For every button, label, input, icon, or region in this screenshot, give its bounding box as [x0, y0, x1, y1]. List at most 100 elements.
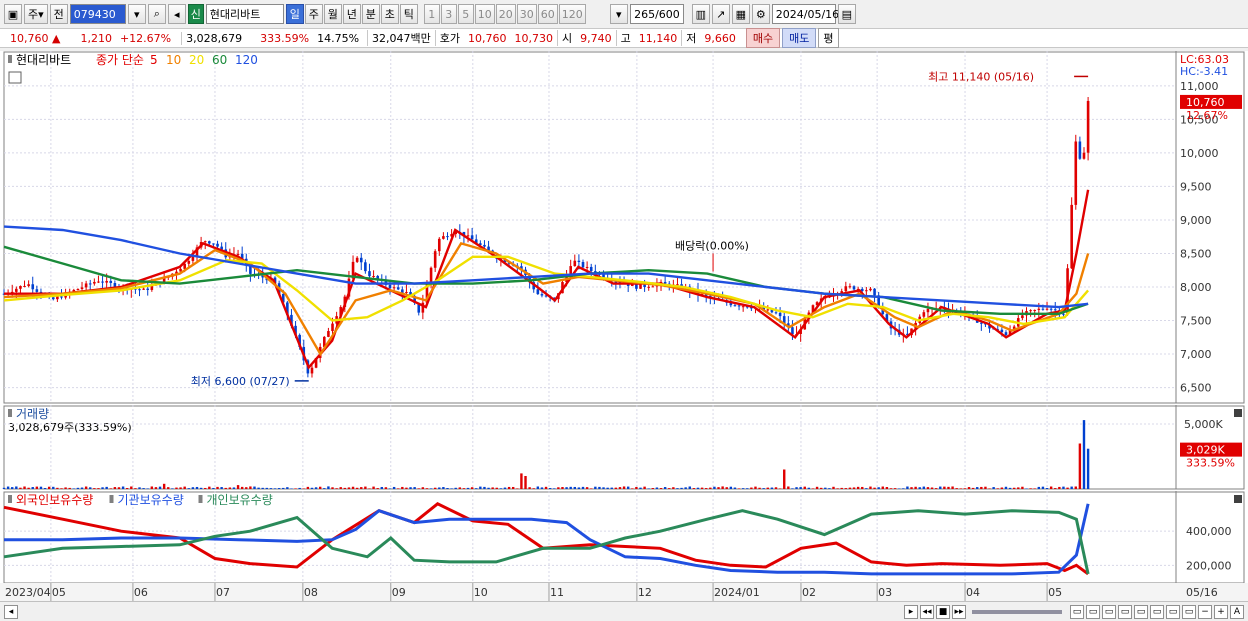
interval-dropdown-icon[interactable]: ▾ — [609, 4, 628, 24]
candle-body — [310, 367, 314, 374]
x-axis-label: 05/16 — [1186, 586, 1218, 599]
volume-bar — [491, 487, 494, 489]
volume-bar — [594, 486, 597, 489]
search-icon[interactable]: ⌕ — [147, 4, 166, 24]
period-tab-4[interactable]: 분 — [361, 4, 380, 24]
period-tab-5[interactable]: 초 — [380, 4, 399, 24]
volume-bar — [643, 486, 646, 489]
open-label: 시 — [557, 30, 576, 46]
calendar-icon[interactable]: ▤ — [837, 4, 856, 24]
grid-icon[interactable]: ▦ — [731, 4, 750, 24]
prev-button[interactable]: 전 — [49, 4, 68, 24]
tool-icon-8[interactable]: ▭ — [1182, 604, 1196, 619]
price-y-tick: 7,500 — [1180, 315, 1212, 328]
text-size-icon[interactable]: A — [1230, 604, 1244, 619]
interval-tab-2[interactable]: 5 — [457, 4, 474, 24]
tool-icon-1[interactable]: ▭ — [1070, 604, 1084, 619]
tool-icon-5[interactable]: ▭ — [1134, 604, 1148, 619]
interval-tab-4[interactable]: 20 — [495, 4, 516, 24]
volume-bar — [536, 486, 540, 489]
tool-icon-3[interactable]: ▭ — [1102, 604, 1116, 619]
volume-bar — [951, 486, 954, 489]
chart-svg[interactable]: 11,00010,50010,0009,5009,0008,5008,0007,… — [0, 51, 1248, 601]
volume-bar — [746, 488, 749, 489]
volume-bar — [778, 488, 782, 489]
tool-icon-6[interactable]: ▭ — [1150, 604, 1164, 619]
low-price: 9,660 — [704, 31, 736, 45]
zoom-slider[interactable] — [972, 609, 1062, 614]
last-pct-text: 12.67% — [1186, 109, 1228, 122]
volume-bar — [750, 487, 753, 489]
zoom-in-icon[interactable]: + — [1214, 604, 1228, 619]
tool-icon-7[interactable]: ▭ — [1166, 604, 1180, 619]
sell-button[interactable]: 매도 — [782, 28, 817, 48]
zoom-out-icon[interactable]: − — [1198, 604, 1212, 619]
interval-tab-5[interactable]: 30 — [516, 4, 537, 24]
date-field[interactable]: 2024/05/16 — [771, 4, 839, 24]
volume-bar — [561, 487, 564, 489]
scroll-left-icon[interactable]: ◂ — [4, 604, 18, 619]
gear-icon[interactable]: ⚙ — [751, 4, 770, 24]
volume-bar — [27, 487, 30, 489]
x-axis-label: 11 — [550, 586, 564, 599]
buy-button[interactable]: 매수 — [745, 28, 781, 48]
interval-tab-1[interactable]: 3 — [440, 4, 457, 24]
candle-body — [774, 312, 778, 314]
candle-body — [766, 309, 770, 311]
volume-bar — [659, 488, 663, 489]
interval-tab-0[interactable]: 1 — [423, 4, 440, 24]
balance-button[interactable]: 평 — [818, 28, 839, 48]
price-y-tick: 6,500 — [1180, 382, 1212, 395]
period-tab-3[interactable]: 년 — [342, 4, 361, 24]
volume-bar — [700, 487, 704, 489]
tool-icon-4[interactable]: ▭ — [1118, 604, 1132, 619]
candle-body — [589, 266, 593, 272]
volume-bar — [318, 486, 322, 489]
tool-icon-2[interactable]: ▭ — [1086, 604, 1100, 619]
holdings-legend-1: 기관보유수량 — [118, 493, 184, 507]
volume-bar — [893, 488, 897, 489]
price-y-tick: 9,500 — [1180, 180, 1212, 193]
candle-icon[interactable]: ▥ — [691, 4, 710, 24]
scroll-bar[interactable]: ◂ ▸ ◂◂ ■ ▸▸ ▭ ▭ ▭ ▭ ▭ ▭ ▭ ▭ − + A — [0, 601, 1248, 621]
volume-bar — [249, 486, 252, 489]
volume-bar — [930, 487, 934, 489]
volume-bar — [1070, 486, 1073, 489]
speaker-icon[interactable]: ◂ — [167, 4, 186, 24]
volume-bar — [1033, 488, 1036, 489]
interval-tab-6[interactable]: 60 — [537, 4, 558, 24]
rewind-icon[interactable]: ◂◂ — [920, 604, 934, 619]
scroll-right-icon[interactable]: ▸ — [904, 604, 918, 619]
stop-icon[interactable]: ■ — [936, 604, 950, 619]
volume-bar — [429, 488, 433, 489]
stock-name: 현대리바트 — [205, 4, 284, 24]
code-input[interactable]: 079430 — [69, 4, 126, 24]
volume-bar — [388, 488, 392, 489]
chart-area[interactable]: 11,000 10,500 10,000 9,500 9,000 8,500 8,000 7,… — [0, 51, 1248, 601]
interval-tab-7[interactable]: 120 — [558, 4, 586, 24]
x-axis-label: 2024/01 — [714, 586, 760, 599]
count-total: /600 — [655, 7, 680, 21]
period-tab-0[interactable]: 일 — [285, 4, 304, 24]
dropdown-icon[interactable]: ▾ — [127, 4, 146, 24]
candle-body — [1004, 332, 1008, 335]
window-menu-icon[interactable]: ▣ — [4, 4, 22, 24]
volume-bar — [1037, 486, 1041, 489]
volume-bar — [614, 487, 618, 489]
volume-bar — [343, 487, 347, 489]
count-field[interactable]: 265/600 — [629, 4, 684, 24]
period-type-select[interactable]: 주 ▾ — [24, 4, 48, 24]
volume-bar — [709, 487, 712, 489]
forward-icon[interactable]: ▸▸ — [952, 604, 966, 619]
period-tab-6[interactable]: 틱 — [399, 4, 418, 24]
volume-bar — [976, 487, 979, 489]
candle-body — [437, 238, 441, 252]
draw-icon[interactable]: ↗ — [711, 4, 730, 24]
volume-bar — [852, 487, 856, 489]
period-tab-1[interactable]: 주 — [304, 4, 323, 24]
volume-bar — [647, 488, 650, 489]
interval-tab-3[interactable]: 10 — [474, 4, 495, 24]
volume-bar — [725, 487, 728, 489]
period-tab-2[interactable]: 월 — [323, 4, 342, 24]
volume-bar — [1086, 448, 1090, 489]
